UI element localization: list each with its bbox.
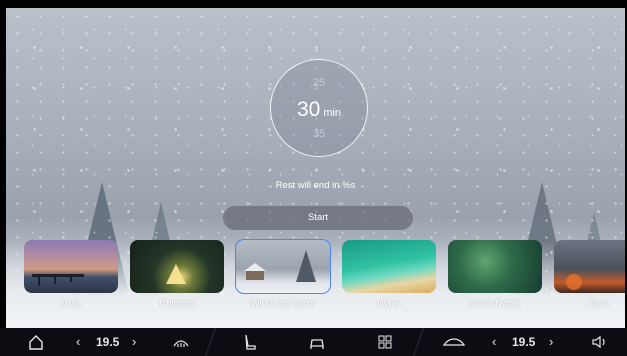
home-icon[interactable]: [28, 328, 44, 356]
scene-label-mute: Mute: [60, 298, 82, 309]
right-temp-decrease-chevron-left-icon[interactable]: ‹: [492, 328, 496, 356]
seat-icon[interactable]: [243, 328, 257, 356]
scene-label-birds-twitter: Bird's twitter: [469, 298, 521, 309]
scene-label-wave: Wave: [377, 298, 401, 309]
timer-current-value: 30: [296, 98, 321, 121]
pier-image: [32, 274, 84, 286]
fire-image: [566, 274, 582, 290]
car-icon[interactable]: [308, 328, 326, 356]
start-button[interactable]: Start: [223, 206, 413, 230]
scene-label-chirping: Chirping: [159, 298, 195, 309]
scene-card-mute[interactable]: [24, 240, 118, 293]
timer-current: 30 min: [271, 98, 367, 122]
scene-card-birds-twitter[interactable]: [448, 240, 542, 293]
front-defrost-icon[interactable]: [172, 328, 190, 356]
scene-card-rain[interactable]: [554, 240, 625, 293]
scene-card-chirping[interactable]: [130, 240, 224, 293]
right-temp-value: 19.5: [512, 335, 536, 349]
scene-card-wind-and-snow[interactable]: [235, 239, 331, 294]
volume-icon[interactable]: [590, 328, 610, 356]
scene-label-rain: Rain: [589, 298, 610, 309]
bar-divider: [412, 328, 425, 356]
timer-prev-value: 25: [312, 77, 326, 89]
left-temp-decrease-chevron-left-icon[interactable]: ‹: [76, 328, 80, 356]
bar-divider: [204, 328, 217, 356]
scene-card-wave[interactable]: [342, 240, 436, 293]
timer-dial[interactable]: 25 30 min 35: [270, 59, 368, 157]
timer-next-value: 35: [312, 128, 326, 140]
timer-unit: min: [323, 107, 342, 119]
rest-status-text: Rest will end in %s: [275, 180, 356, 191]
right-temp-increase-chevron-right-icon[interactable]: ›: [549, 328, 553, 356]
vehicle-side-icon[interactable]: [442, 328, 466, 356]
cabin-image: [244, 250, 316, 282]
apps-grid-icon[interactable]: [377, 328, 393, 356]
tent-image: [166, 264, 186, 284]
scene-label-wind-and-snow: Wind and snow: [250, 298, 316, 309]
left-temp-increase-chevron-right-icon[interactable]: ›: [132, 328, 136, 356]
left-temp-value: 19.5: [96, 335, 120, 349]
bottom-bar: ‹ 19.5 › ‹ 19.5 ›: [0, 328, 627, 356]
